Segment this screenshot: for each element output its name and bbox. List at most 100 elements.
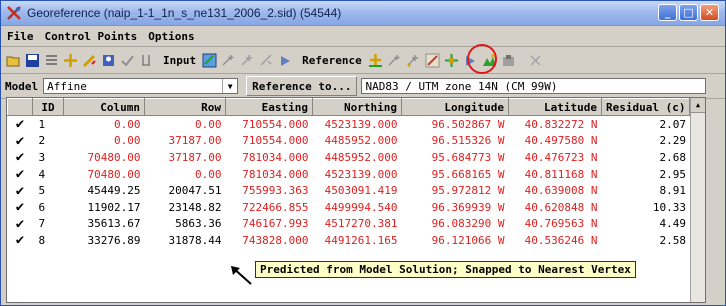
ref-layout-icon[interactable] [500, 52, 517, 69]
row-latitude: 40.769563 N [524, 217, 598, 231]
row-checkbox[interactable]: ✔ [8, 116, 33, 133]
row-easting: 781034.000 [242, 167, 309, 181]
table-row[interactable]: ✔ 6 11902.17 23148.82 722466.855 4499994.540 9… [8, 199, 690, 216]
save-icon[interactable] [24, 52, 41, 69]
header-northing[interactable]: Northing [312, 98, 402, 116]
ref-vertex-icon[interactable] [443, 52, 460, 69]
header-longitude[interactable]: Longitude [401, 98, 509, 116]
input-zoom-icon[interactable] [220, 52, 237, 69]
row-checkbox[interactable]: ✔ [8, 182, 33, 199]
input-view-icon[interactable] [201, 52, 218, 69]
row-easting: 755993.363 [242, 184, 309, 198]
vertical-scrollbar[interactable]: ▲ [690, 98, 705, 302]
header-id[interactable]: ID [32, 98, 64, 116]
delete-point-icon[interactable] [100, 52, 117, 69]
row-northing: 4485952.000 [324, 150, 398, 164]
header-row[interactable]: Row [144, 98, 226, 116]
row-column: 45449.25 [87, 184, 141, 198]
maximize-button[interactable]: □ [679, 4, 698, 21]
row-row: 0.00 [195, 117, 222, 131]
menu-options[interactable]: Options [148, 30, 194, 43]
row-residual: 2.95 [659, 167, 686, 181]
table-row[interactable]: ✔ 2 0.00 37187.00 710554.000 4485952.000 96.51… [8, 133, 690, 150]
row-latitude: 40.476723 N [524, 150, 598, 164]
header-easting[interactable]: Easting [225, 98, 313, 116]
table-row[interactable]: ✔ 3 70480.00 37187.00 781034.000 4485952.000 9… [8, 149, 690, 166]
row-id: 7 [38, 217, 46, 231]
row-easting: 722466.855 [242, 200, 309, 214]
chevron-down-icon[interactable]: ▼ [222, 79, 237, 93]
row-longitude: 95.972812 W [431, 184, 505, 198]
check-icon[interactable] [119, 52, 136, 69]
row-longitude: 96.083290 W [431, 217, 505, 231]
scroll-up-icon[interactable]: ▲ [691, 98, 705, 113]
row-column: 0.00 [114, 117, 141, 131]
ref-view-icon[interactable] [367, 52, 384, 69]
row-latitude: 40.811168 N [524, 167, 598, 181]
row-easting: 781034.000 [242, 150, 309, 164]
header-residual[interactable]: Residual (c) [600, 98, 691, 116]
window-title: Georeference (naip_1-1_1n_s_ne131_2006_2… [27, 6, 342, 20]
add-point-icon[interactable] [62, 52, 79, 69]
list-icon[interactable] [43, 52, 60, 69]
row-northing: 4485952.000 [324, 134, 398, 148]
row-longitude: 95.684773 W [431, 150, 505, 164]
row-latitude: 40.497580 N [524, 134, 598, 148]
ref-predict-snap-icon[interactable] [424, 52, 441, 69]
close-toolbar-icon[interactable] [527, 52, 544, 69]
row-easting: 743828.000 [242, 233, 309, 247]
georeference-window: Georeference (naip_1-1_1n_s_ne131_2006_2… [0, 0, 726, 306]
row-easting: 746167.993 [242, 217, 309, 231]
table-row[interactable]: ✔ 8 33276.89 31878.44 743828.000 4491261.165 9… [8, 232, 690, 249]
menu-file[interactable]: File [7, 30, 34, 43]
input-predict-icon[interactable] [258, 52, 275, 69]
open-icon[interactable] [5, 52, 22, 69]
row-checkbox[interactable]: ✔ [8, 166, 33, 183]
row-id: 2 [38, 134, 46, 148]
row-checkbox[interactable]: ✔ [8, 199, 33, 216]
input-vertex-icon[interactable] [277, 52, 294, 69]
row-residual: 8.91 [659, 184, 686, 198]
table-row[interactable]: ✔ 5 45449.25 20047.51 755993.363 4503091.419 9… [8, 182, 690, 199]
model-bar: Model Affine ▼ Reference to... NAD83 / U… [1, 74, 725, 99]
model-label: Model [5, 79, 39, 93]
input-snap-icon[interactable] [239, 52, 256, 69]
row-checkbox[interactable]: ✔ [8, 216, 33, 233]
row-checkbox[interactable]: ✔ [8, 232, 33, 249]
header-latitude[interactable]: Latitude [508, 98, 602, 116]
edit-point-icon[interactable] [81, 52, 98, 69]
header-column[interactable]: Column [63, 98, 145, 116]
ref-snap-icon[interactable] [405, 52, 422, 69]
ref-zoom-icon[interactable] [386, 52, 403, 69]
highlight-circle [467, 44, 497, 74]
row-checkbox[interactable]: ✔ [8, 133, 33, 150]
row-residual: 4.49 [659, 217, 686, 231]
row-residual: 2.68 [659, 150, 686, 164]
close-button[interactable]: ✕ [700, 4, 719, 21]
row-id: 4 [38, 167, 46, 181]
row-checkbox[interactable]: ✔ [8, 149, 33, 166]
table-row[interactable]: ✔ 7 35613.67 5863.36 746167.993 4517270.381 96… [8, 216, 690, 233]
row-easting: 710554.000 [242, 134, 309, 148]
row-latitude: 40.620848 N [524, 200, 598, 214]
row-row: 0.00 [195, 167, 222, 181]
row-longitude: 96.502867 W [431, 117, 505, 131]
row-northing: 4491261.165 [324, 233, 398, 247]
row-longitude: 95.668165 W [431, 167, 505, 181]
minimize-button[interactable]: _ [658, 4, 677, 21]
toolbar: Input Reference [1, 44, 725, 74]
reference-to-button[interactable]: Reference to... [246, 76, 358, 96]
row-residual: 2.07 [659, 117, 686, 131]
row-latitude: 40.832272 N [524, 117, 598, 131]
model-select[interactable]: Affine ▼ [43, 78, 239, 94]
menu-control-points[interactable]: Control Points [45, 30, 138, 43]
row-northing: 4517270.381 [324, 217, 398, 231]
row-id: 3 [38, 150, 46, 164]
row-longitude: 96.515326 W [431, 134, 505, 148]
table-row[interactable]: ✔ 1 0.00 0.00 710554.000 4523139.000 96.502867… [8, 116, 690, 133]
row-id: 6 [38, 200, 46, 214]
table-row[interactable]: ✔ 4 70480.00 0.00 781034.000 4523139.000 95.66… [8, 166, 690, 183]
row-northing: 4499994.540 [324, 200, 398, 214]
mouse-pointer-icon [231, 266, 252, 285]
residual-icon[interactable] [138, 52, 155, 69]
